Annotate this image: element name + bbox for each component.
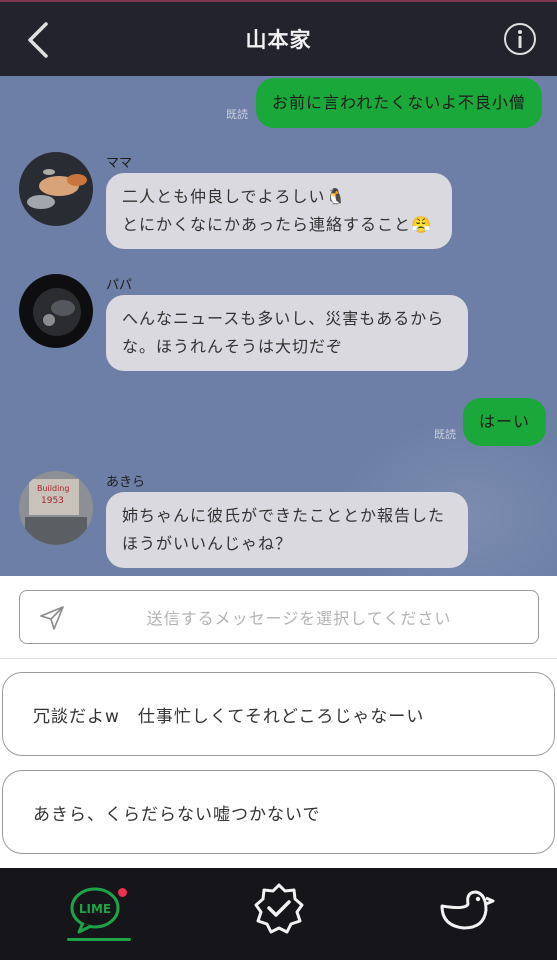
badge-check-icon (254, 883, 304, 934)
helmet-avatar-image (19, 274, 93, 348)
received-message-bubble[interactable]: へんなニュースも多いし、災害もあるから な。ほうれんそうは大切だぞ (106, 295, 468, 371)
message-list[interactable]: 既読 お前に言われたくないよ不良小僧 ママ 二人とも仲良しでよろしい🐧 とにかく… (0, 76, 557, 576)
received-message-bubble[interactable]: 姉ちゃんに彼氏ができたこととか報告した ほうがいいんじゃね？ (106, 492, 468, 568)
received-message-bubble[interactable]: 二人とも仲良しでよろしい🐧 とにかくなにかあったら連絡すること😤 (106, 173, 452, 249)
goldfish-avatar-image (19, 152, 93, 226)
sender-name: パパ (106, 278, 133, 293)
reply-option-1[interactable]: 冗談だよw 仕事忙しくてそれどころじゃなーい (2, 672, 555, 756)
sent-message-bubble[interactable]: はーい (463, 398, 547, 446)
sent-message-bubble[interactable]: お前に言われたくないよ不良小僧 (256, 78, 542, 128)
svg-text:Building: Building (37, 484, 69, 493)
avatar[interactable]: Building 1953 (19, 471, 93, 545)
building-avatar-image: Building 1953 (19, 471, 93, 545)
tab-bird[interactable] (436, 882, 496, 942)
back-chevron-icon[interactable] (22, 18, 52, 62)
tab-chat-label: LIME (79, 902, 111, 916)
bottom-tab-bar: LIME (0, 868, 557, 960)
reply-option-2[interactable]: あきら、くらだらない嘘つかないで (2, 770, 555, 854)
divider (0, 658, 557, 659)
info-icon[interactable] (503, 22, 537, 56)
sender-name: ママ (106, 156, 133, 171)
tab-verified[interactable] (249, 882, 309, 942)
select-placeholder: 送信するメッセージを選択してください (146, 609, 452, 628)
active-tab-indicator (67, 938, 131, 941)
paper-plane-icon (40, 606, 64, 630)
chat-title: 山本家 (245, 28, 312, 52)
read-receipt: 既読 (226, 108, 248, 121)
avatar[interactable] (19, 274, 93, 348)
notification-dot (118, 888, 127, 897)
svg-text:1953: 1953 (41, 496, 64, 506)
avatar[interactable] (19, 152, 93, 226)
sender-name: あきら (106, 475, 146, 490)
message-select-bar[interactable]: 送信するメッセージを選択してください (19, 590, 539, 644)
reply-panel: 送信するメッセージを選択してください 冗談だよw 仕事忙しくてそれどころじゃなー… (0, 576, 557, 868)
tab-chat[interactable]: LIME (67, 882, 131, 942)
chat-header: 山本家 (0, 0, 557, 76)
bird-icon (440, 890, 495, 930)
read-receipt: 既読 (434, 428, 456, 441)
